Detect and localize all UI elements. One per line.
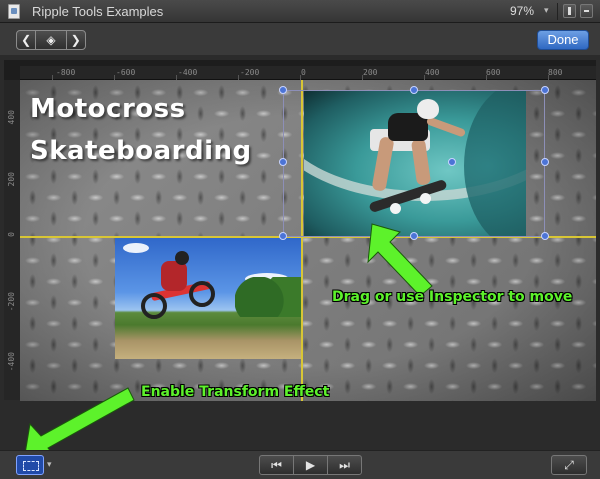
ruler-label: 800 xyxy=(548,68,563,77)
title-skateboarding: Skateboarding xyxy=(30,136,252,166)
rider-helmet xyxy=(175,251,189,265)
back-button[interactable]: ❮ xyxy=(17,31,35,49)
motocross-photo[interactable] xyxy=(115,237,301,359)
fullscreen-button[interactable]: ⤢ xyxy=(551,455,587,475)
forward-button[interactable]: ❯ xyxy=(65,31,85,49)
previous-frame-button[interactable]: ⏮ xyxy=(260,456,293,474)
video-canvas[interactable]: Motocross Skateboarding xyxy=(20,80,596,401)
horizontal-ruler: -800 -600 -400 -200 0 200 400 600 800 xyxy=(20,66,596,80)
transform-handle[interactable] xyxy=(279,158,287,166)
ruler-label: -200 xyxy=(7,292,16,312)
window-title: Ripple Tools Examples xyxy=(32,4,164,19)
transform-handle[interactable] xyxy=(541,158,549,166)
title-motocross: Motocross xyxy=(30,94,186,124)
transform-effect-button[interactable] xyxy=(16,455,44,475)
ruler-label: 400 xyxy=(425,68,440,77)
titlebar-divider xyxy=(557,3,558,20)
rider xyxy=(161,261,187,291)
cloud xyxy=(123,243,149,253)
transform-hint-label: Enable Transform Effect xyxy=(141,384,330,400)
transform-menu-icon[interactable]: ▾ xyxy=(47,459,52,470)
ruler-label: -400 xyxy=(178,68,198,77)
transform-handle[interactable] xyxy=(279,86,287,94)
ruler-label: 200 xyxy=(363,68,378,77)
transform-handle[interactable] xyxy=(279,232,287,240)
motorbike-wheel xyxy=(189,281,215,307)
play-button[interactable]: ▶ xyxy=(293,456,327,474)
vertical-ruler: 400 200 0 -200 -400 xyxy=(4,80,20,400)
zoom-dropdown-icon[interactable]: ▾ xyxy=(544,5,549,16)
ruler-label: 0 xyxy=(7,232,16,237)
window-titlebar: Ripple Tools Examples 97% ▾ xyxy=(0,0,600,23)
ruler-label: -400 xyxy=(7,352,16,372)
move-hint-label: Drag or use Inspector to move xyxy=(332,289,573,305)
done-button[interactable]: Done xyxy=(537,30,589,50)
view-mode-button[interactable] xyxy=(580,4,593,18)
transform-handle[interactable] xyxy=(410,86,418,94)
transport-controls: ⏮ ▶ ⏭ xyxy=(259,455,362,475)
transform-handle[interactable] xyxy=(541,232,549,240)
ruler-label: 200 xyxy=(7,172,16,187)
zoom-level[interactable]: 97% xyxy=(510,4,534,18)
ruler-label: 600 xyxy=(486,68,501,77)
motorbike-wheel xyxy=(141,293,167,319)
ruler-label: -600 xyxy=(116,68,136,77)
center-handle[interactable] xyxy=(448,158,456,166)
ruler-label: -200 xyxy=(240,68,260,77)
view-options-button[interactable] xyxy=(563,4,576,18)
ruler-label: -800 xyxy=(56,68,76,77)
transform-handle[interactable] xyxy=(541,86,549,94)
next-frame-button[interactable]: ⏭ xyxy=(327,456,361,474)
trees xyxy=(235,277,301,317)
transform-handle[interactable] xyxy=(410,232,418,240)
nav-segmented-control: ❮ ◈ ❯ xyxy=(16,30,86,50)
transform-tool-button[interactable]: ◈ xyxy=(35,31,65,49)
ruler-label: 400 xyxy=(7,110,16,125)
document-icon xyxy=(8,4,20,19)
ruler-label: 0 xyxy=(301,68,306,77)
viewer-toolbar: ❮ ◈ ❯ Done xyxy=(0,23,600,55)
transform-bounding-box[interactable] xyxy=(283,90,545,237)
